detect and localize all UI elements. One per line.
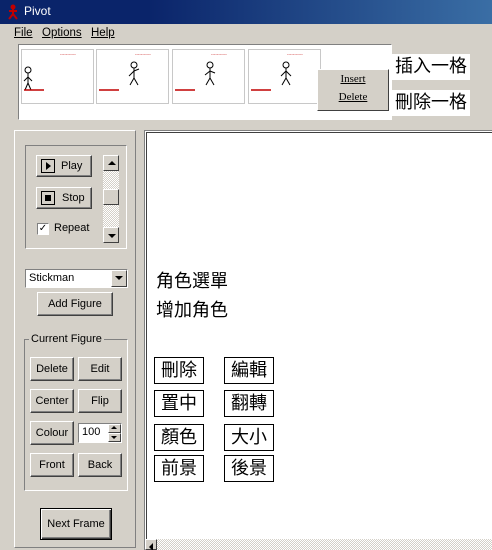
chevron-down-icon: [111, 436, 117, 439]
annotation-size: 大小: [224, 424, 274, 451]
stop-icon: [41, 191, 55, 205]
stop-label: Stop: [62, 192, 85, 204]
delete-frame-menu-item[interactable]: Delete: [318, 91, 388, 109]
size-value: 100: [82, 426, 101, 438]
annotation-add-figure: 增加角色: [156, 299, 228, 323]
annotation-front: 前景: [154, 455, 204, 482]
repeat-checkbox[interactable]: ✓: [37, 223, 49, 235]
frame-thumbnail-2[interactable]: -----------: [96, 49, 169, 104]
stop-button[interactable]: Stop: [36, 187, 92, 209]
current-figure-group: Current Figure Delete Edit Center Flip C…: [24, 333, 128, 491]
add-figure-button[interactable]: Add Figure: [37, 292, 113, 316]
figure-select-dropdown[interactable]: [111, 270, 127, 287]
edit-label: Edit: [90, 363, 110, 375]
chevron-left-icon: [149, 543, 153, 550]
insert-frame-menu-item[interactable]: Insert: [318, 73, 388, 91]
delete-figure-button[interactable]: Delete: [30, 357, 74, 381]
menu-help-label: Help: [91, 27, 115, 39]
menu-options[interactable]: Options: [42, 27, 82, 39]
add-figure-label: Add Figure: [48, 298, 102, 310]
front-button[interactable]: Front: [30, 453, 74, 477]
annotation-flip: 翻轉: [224, 390, 274, 417]
annotation-figure-menu: 角色選單: [156, 270, 228, 294]
next-frame-label: Next Frame: [47, 518, 105, 530]
menu-options-label: Options: [42, 27, 82, 39]
frame-thumbnail-3[interactable]: -----------: [172, 49, 245, 104]
figure-select-value: Stickman: [29, 272, 75, 284]
annotation-insert-frame: 插入一格: [392, 54, 470, 80]
flip-label: Flip: [91, 395, 109, 407]
colour-label: Colour: [35, 427, 69, 439]
frame-thumbnail-4[interactable]: -----------: [248, 49, 321, 104]
svg-text:-----------: -----------: [287, 52, 303, 57]
title-bar: Pivot: [0, 0, 492, 24]
control-panel: Play Stop ✓ Repeat Stickman Add Figure C…: [14, 130, 136, 548]
front-label: Front: [39, 459, 65, 471]
speed-scrollbar[interactable]: [103, 155, 119, 243]
size-spinner[interactable]: 100: [78, 423, 122, 443]
flip-figure-button[interactable]: Flip: [78, 389, 122, 413]
annotation-center: 置中: [154, 390, 204, 417]
center-label: Center: [35, 395, 69, 407]
annotation-edit: 編輯: [224, 357, 274, 384]
delete-label: Delete: [36, 363, 68, 375]
scroll-up-button[interactable]: [103, 155, 119, 171]
chevron-up-icon: [108, 161, 116, 165]
center-figure-button[interactable]: Center: [30, 389, 74, 413]
chevron-down-icon: [108, 234, 116, 238]
play-label: Play: [61, 160, 83, 172]
back-button[interactable]: Back: [78, 453, 122, 477]
menu-file-label: File: [14, 27, 33, 39]
chevron-up-icon: [111, 426, 117, 429]
menu-help[interactable]: Help: [91, 27, 115, 39]
frame-thumbnail-1[interactable]: -----------: [21, 49, 94, 104]
svg-text:-----------: -----------: [211, 52, 227, 57]
back-label: Back: [87, 459, 113, 471]
annotation-colour: 顏色: [154, 424, 204, 451]
speed-scroll-thumb[interactable]: [103, 189, 119, 205]
repeat-label: Repeat: [54, 222, 90, 234]
window-title: Pivot: [24, 4, 51, 18]
canvas-area[interactable]: [146, 132, 492, 550]
svg-text:-----------: -----------: [60, 52, 76, 57]
scroll-left-button[interactable]: [145, 539, 157, 550]
annotation-delete-frame: 刪除一格: [392, 90, 470, 116]
menu-bar: File Options Help: [0, 24, 492, 43]
size-up-button[interactable]: [108, 424, 121, 433]
insert-frame-label: Insert: [340, 73, 366, 85]
figure-select[interactable]: Stickman: [25, 269, 128, 288]
pivot-app-icon: [6, 4, 20, 20]
playback-group: Play Stop ✓ Repeat: [25, 145, 127, 249]
edit-figure-button[interactable]: Edit: [78, 357, 122, 381]
svg-text:-----------: -----------: [135, 52, 151, 57]
play-icon: [41, 159, 55, 173]
canvas-horizontal-scrollbar[interactable]: [145, 539, 492, 550]
chevron-down-icon: [115, 276, 123, 280]
menu-file[interactable]: File: [14, 27, 33, 39]
annotation-delete: 刪除: [154, 357, 204, 384]
drawing-canvas[interactable]: [144, 130, 492, 550]
scroll-down-button[interactable]: [103, 227, 119, 243]
current-figure-group-label: Current Figure: [29, 333, 104, 345]
annotation-back: 後景: [224, 455, 274, 482]
next-frame-button[interactable]: Next Frame: [40, 508, 112, 540]
frame-context-menu: Insert Delete: [317, 69, 389, 111]
delete-frame-label: Delete: [338, 91, 368, 103]
play-button[interactable]: Play: [36, 155, 92, 177]
size-down-button[interactable]: [108, 433, 121, 442]
colour-button[interactable]: Colour: [30, 421, 74, 445]
